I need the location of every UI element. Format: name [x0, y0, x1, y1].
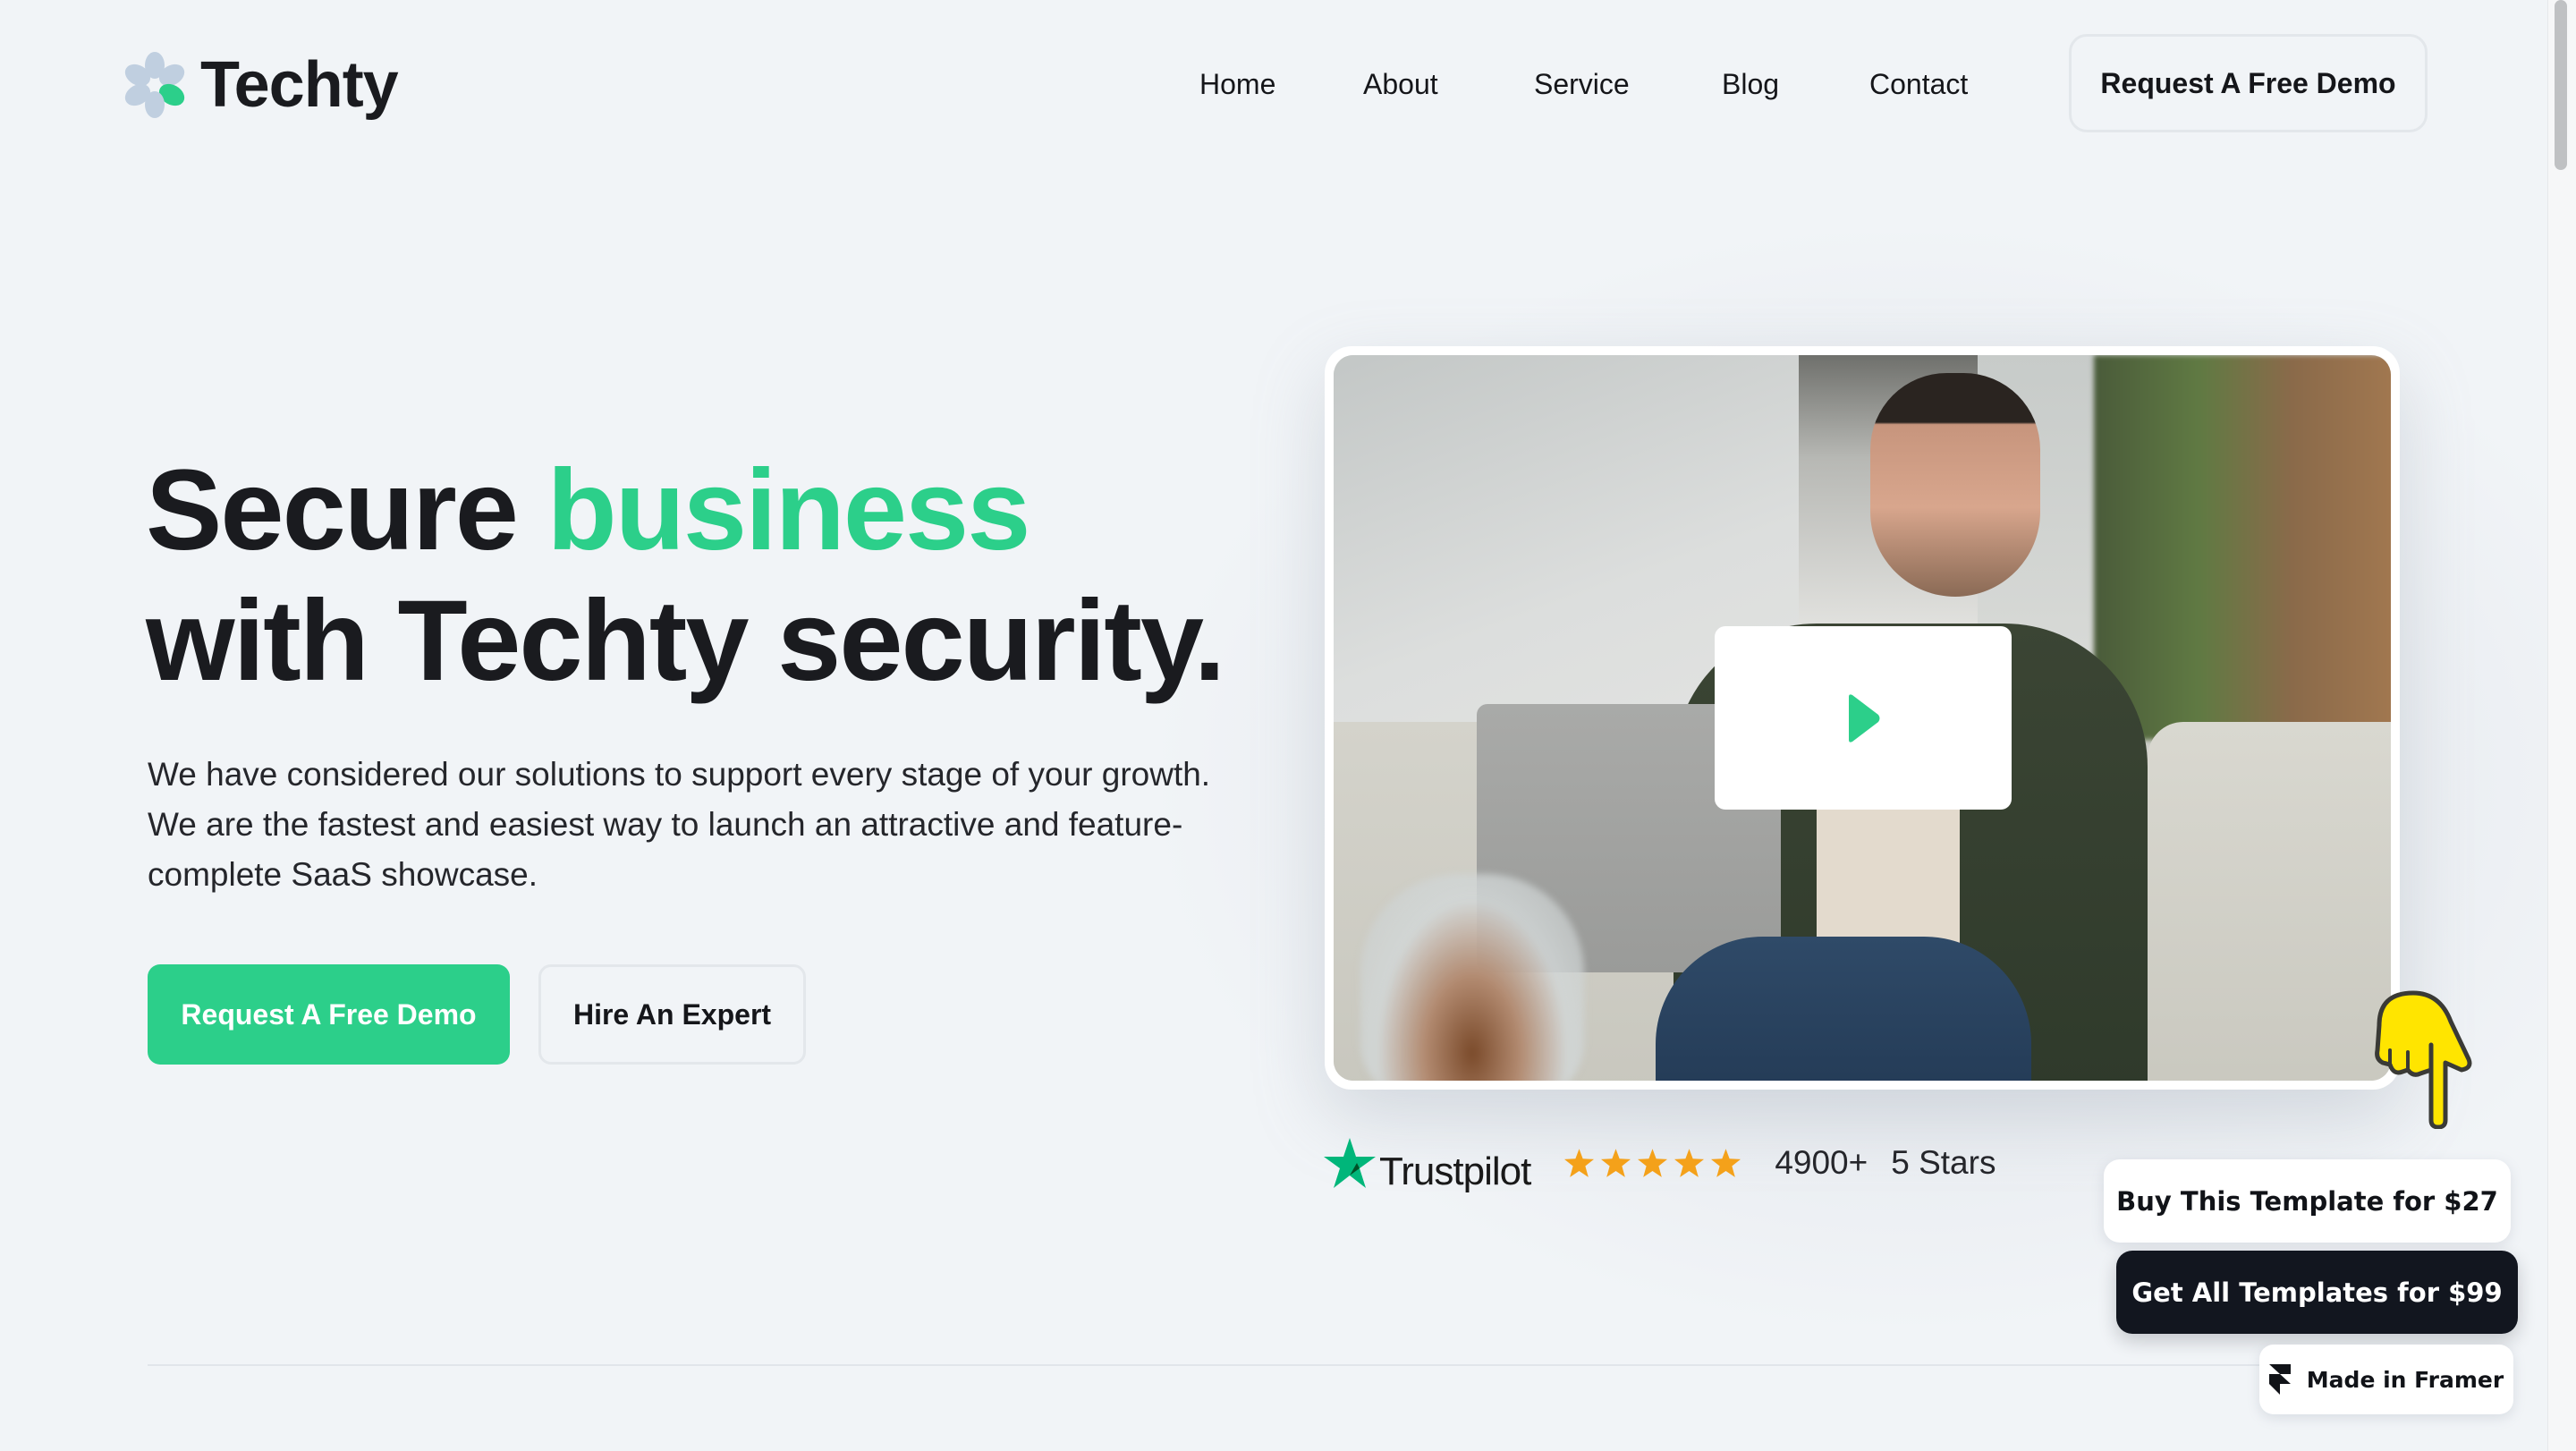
section-divider: [148, 1364, 2428, 1366]
star-icon: [1711, 1149, 1741, 1177]
star-icon: [1638, 1149, 1668, 1177]
made-in-framer-label: Made in Framer: [2306, 1366, 2504, 1393]
header-request-demo-button[interactable]: Request A Free Demo: [2069, 34, 2428, 132]
nav-blog[interactable]: Blog: [1722, 64, 1779, 104]
star-icon: [1674, 1149, 1705, 1177]
video-card: [1325, 346, 2400, 1090]
nav-home[interactable]: Home: [1199, 64, 1275, 104]
star-rating: [1564, 1149, 1741, 1177]
made-in-framer-badge[interactable]: Made in Framer: [2259, 1345, 2513, 1414]
play-video-button[interactable]: [1715, 626, 2012, 810]
trustpilot-logo[interactable]: Trustpilot: [1324, 1138, 1531, 1192]
request-demo-button[interactable]: Request A Free Demo: [148, 964, 510, 1065]
nav-contact[interactable]: Contact: [1869, 64, 1968, 104]
hire-expert-button[interactable]: Hire An Expert: [538, 964, 806, 1065]
star-icon: [1564, 1149, 1595, 1177]
pointing-hand-icon: [2375, 990, 2472, 1129]
logo[interactable]: Techty: [123, 49, 399, 121]
star-icon: [1601, 1149, 1631, 1177]
play-icon: [1849, 693, 1880, 742]
photo-plants-shelf: [2094, 355, 2391, 740]
hero-title-accent: business: [547, 446, 1031, 574]
hero-title-line2: with Techty security.: [146, 577, 1225, 705]
trustpilot-star-icon: [1324, 1138, 1376, 1188]
get-all-templates-button[interactable]: Get All Templates for $99: [2116, 1251, 2518, 1334]
trustpilot-name: Trustpilot: [1379, 1150, 1531, 1193]
photo-sofa-right: [2148, 722, 2391, 1081]
photo-person-jeans: [1656, 937, 2031, 1081]
rating-label: 5 Stars: [1891, 1144, 1996, 1181]
trustpilot-rating: Trustpilot 4900+ 5 Stars: [1324, 1132, 1996, 1194]
brand-name: Techty: [200, 49, 399, 121]
nav-about[interactable]: About: [1363, 64, 1438, 104]
photo-glass-jar: [1360, 874, 1584, 1081]
hero-title: Secure business with Techty security.: [146, 445, 1225, 707]
nav-service[interactable]: Service: [1534, 64, 1630, 104]
hero-photo: [1334, 355, 2391, 1081]
scrollbar-thumb[interactable]: [2555, 0, 2567, 170]
scrollbar-track[interactable]: [2547, 0, 2576, 1451]
hero-description: We have considered our solutions to supp…: [148, 756, 1211, 893]
photo-person-head: [1870, 373, 2040, 597]
rating-count: 4900+: [1775, 1144, 1868, 1181]
framer-logo-icon: [2268, 1364, 2291, 1395]
hero-title-part1: Secure: [146, 446, 547, 574]
flower-petals-icon: [124, 52, 185, 118]
buy-template-button[interactable]: Buy This Template for $27: [2104, 1159, 2511, 1243]
